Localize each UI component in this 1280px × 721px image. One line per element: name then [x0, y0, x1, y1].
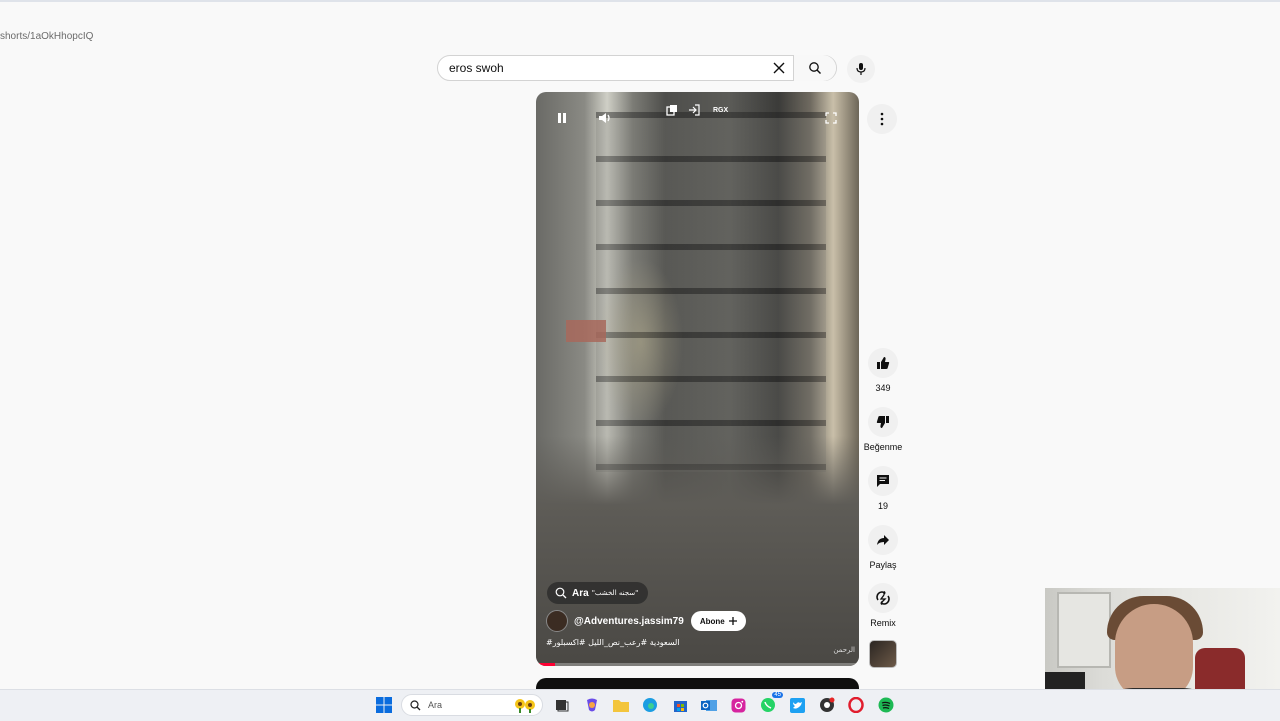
like-count: 349 — [875, 383, 891, 393]
channel-handle[interactable]: @Adventures.jassim79 — [574, 616, 684, 627]
video-frame-shelves — [596, 112, 826, 472]
taskbar-outlook[interactable] — [699, 695, 719, 715]
comment-icon — [877, 475, 889, 487]
whatsapp-badge: 45 — [772, 692, 783, 698]
remix-icon — [876, 591, 890, 605]
dislike-action: Beğenme — [862, 407, 904, 452]
store-icon — [673, 700, 687, 712]
spotify-icon — [878, 697, 894, 713]
share-icon — [877, 535, 889, 545]
more-vert-icon — [880, 112, 884, 126]
windows-taskbar: Ara 45 — [0, 689, 1280, 721]
comments-action: 19 — [862, 466, 904, 511]
task-view-icon — [556, 700, 569, 712]
more-options-button[interactable] — [867, 104, 897, 134]
outlook-icon — [701, 699, 717, 711]
overlay-rgx-label: RGX — [713, 107, 729, 114]
pause-icon — [558, 113, 566, 123]
share-label: Paylaş — [869, 560, 897, 570]
channel-avatar[interactable] — [546, 610, 568, 632]
folder-icon — [613, 700, 629, 712]
whatsapp-icon — [761, 698, 775, 712]
fullscreen-icon — [825, 112, 837, 124]
volume-icon — [599, 113, 610, 123]
thumbs-down-icon — [876, 416, 889, 428]
comment-count: 19 — [877, 501, 888, 511]
edge-icon — [643, 698, 657, 712]
taskbar-store[interactable] — [670, 695, 690, 715]
video-hashtags[interactable]: #السعودية #رعب_نص_الليل #اكسبلور — [546, 638, 680, 647]
pause-button[interactable] — [551, 107, 573, 129]
taskbar-copilot[interactable] — [582, 695, 602, 715]
webcam-person-face — [1115, 604, 1193, 700]
remix-label: Remix — [870, 618, 896, 628]
taskbar-search[interactable]: Ara — [401, 694, 543, 716]
taskbar-search-label: Ara — [428, 700, 443, 710]
related-search-pill[interactable]: Ara "سجنه الخشب" — [547, 582, 649, 604]
share-button[interactable] — [868, 525, 898, 555]
opera-icon — [848, 697, 864, 713]
video-progress-bar[interactable] — [536, 663, 859, 666]
search-icon — [410, 699, 421, 710]
taskbar-app-dark[interactable] — [817, 695, 837, 715]
shorts-video-player[interactable]: RGX Ara "سجنه الخشب" @Adventures.jassim7… — [536, 92, 859, 666]
windows-icon — [376, 697, 392, 713]
remix-button[interactable] — [868, 583, 898, 613]
copilot-icon — [587, 698, 597, 712]
search-button[interactable] — [793, 55, 836, 81]
start-button[interactable] — [374, 695, 394, 715]
microphone-icon — [856, 63, 866, 75]
comments-button[interactable] — [868, 466, 898, 496]
volume-button[interactable] — [594, 107, 616, 129]
related-search-label: Ara — [572, 587, 589, 599]
dislike-button[interactable] — [868, 407, 898, 437]
like-button[interactable] — [868, 348, 898, 378]
enter-icon — [689, 104, 700, 116]
thumbs-up-icon — [877, 357, 890, 369]
like-action: 349 — [862, 348, 904, 393]
taskbar-instagram[interactable] — [728, 695, 748, 715]
record-icon — [820, 697, 835, 712]
subscribe-label: Abone — [699, 616, 725, 626]
close-icon — [773, 62, 785, 74]
taskbar-opera[interactable] — [846, 695, 866, 715]
subscribe-button[interactable]: Abone — [690, 611, 746, 631]
video-frame-detail — [566, 320, 606, 342]
voice-search-button[interactable] — [847, 55, 875, 83]
overlay-login-button[interactable] — [683, 99, 705, 121]
remix-action: Remix — [862, 583, 904, 628]
search-icon — [809, 62, 821, 74]
related-search-query: "سجنه الخشب" — [591, 589, 639, 597]
share-action: Paylaş — [862, 525, 904, 570]
search-input[interactable]: eros swoh — [438, 61, 765, 75]
channel-row: @Adventures.jassim79 Abone — [546, 610, 746, 632]
task-view-button[interactable] — [552, 695, 572, 715]
clear-search-button[interactable] — [765, 55, 793, 81]
search-icon — [555, 587, 567, 599]
video-progress-fill — [536, 663, 556, 666]
taskbar-twitter[interactable] — [787, 695, 807, 715]
browser-top-border — [0, 0, 1280, 2]
copy-icon — [666, 105, 677, 116]
video-corner-text: الرحمن — [833, 646, 855, 654]
overlay-copy-button[interactable] — [661, 99, 683, 121]
taskbar-edge[interactable] — [640, 695, 660, 715]
taskbar-whatsapp[interactable]: 45 — [758, 692, 783, 715]
webcam-background-shelf — [1057, 592, 1111, 668]
twitter-icon — [789, 697, 805, 713]
sound-thumbnail[interactable] — [869, 640, 897, 668]
dislike-label: Beğenme — [863, 442, 903, 452]
taskbar-spotify[interactable] — [876, 695, 896, 715]
taskbar-file-explorer[interactable] — [611, 695, 631, 715]
sunflower-icon — [515, 699, 535, 713]
plus-icon — [728, 617, 737, 625]
fullscreen-button[interactable] — [820, 107, 842, 129]
search-box[interactable]: eros swoh — [437, 55, 837, 81]
address-bar-url[interactable]: shorts/1aOkHhopcIQ — [0, 31, 93, 42]
instagram-icon — [731, 698, 745, 712]
